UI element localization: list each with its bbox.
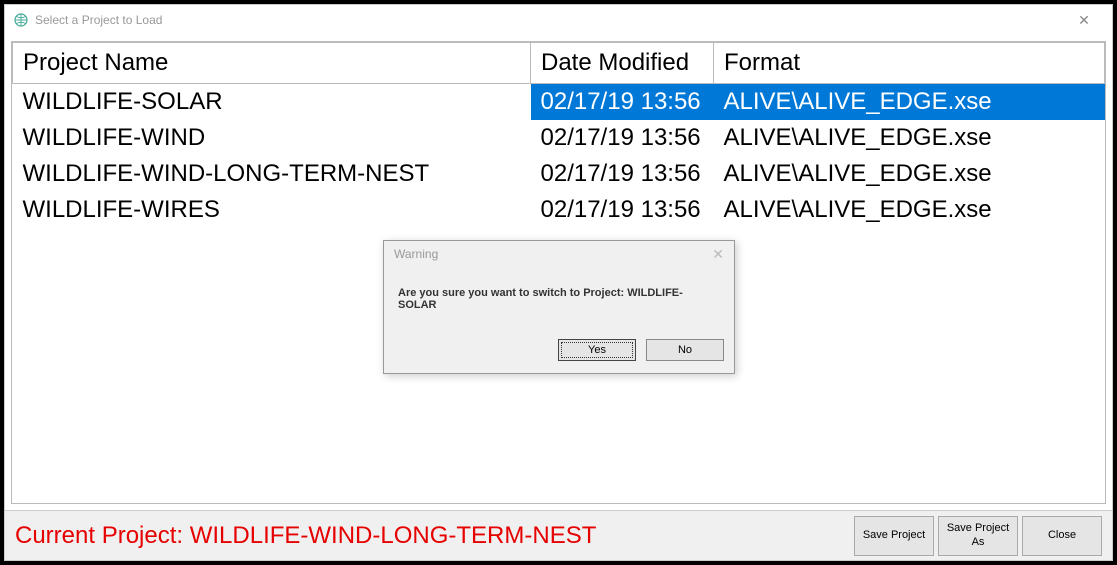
dialog-title: Warning: [394, 247, 712, 261]
table-row[interactable]: WILDLIFE-WIND02/17/19 13:56ALIVE\ALIVE_E…: [13, 120, 1105, 156]
table-row[interactable]: WILDLIFE-WIND-LONG-TERM-NEST02/17/19 13:…: [13, 156, 1105, 192]
table-row[interactable]: WILDLIFE-WIRES02/17/19 13:56ALIVE\ALIVE_…: [13, 192, 1105, 228]
format-cell: ALIVE\ALIVE_EDGE.xse: [714, 120, 1105, 156]
dialog-titlebar: Warning ✕: [384, 241, 734, 267]
bottom-bar: Current Project: WILDLIFE-WIND-LONG-TERM…: [5, 510, 1112, 560]
table-row[interactable]: WILDLIFE-SOLAR02/17/19 13:56ALIVE\ALIVE_…: [13, 84, 1105, 121]
column-header-format[interactable]: Format: [714, 43, 1105, 84]
project-name-cell: WILDLIFE-SOLAR: [13, 84, 531, 121]
yes-button[interactable]: Yes: [558, 339, 636, 361]
close-button[interactable]: Close: [1022, 516, 1102, 556]
date-modified-cell: 02/17/19 13:56: [531, 84, 714, 121]
close-icon[interactable]: ✕: [712, 246, 724, 263]
window-title: Select a Project to Load: [35, 13, 1064, 27]
date-modified-cell: 02/17/19 13:56: [531, 120, 714, 156]
column-header-date[interactable]: Date Modified: [531, 43, 714, 84]
close-icon[interactable]: ✕: [1064, 6, 1104, 34]
column-header-name[interactable]: Project Name: [13, 43, 531, 84]
date-modified-cell: 02/17/19 13:56: [531, 156, 714, 192]
format-cell: ALIVE\ALIVE_EDGE.xse: [714, 84, 1105, 121]
format-cell: ALIVE\ALIVE_EDGE.xse: [714, 156, 1105, 192]
warning-dialog: Warning ✕ Are you sure you want to switc…: [383, 240, 735, 374]
dialog-message: Are you sure you want to switch to Proje…: [384, 267, 734, 331]
project-name-cell: WILDLIFE-WIND-LONG-TERM-NEST: [13, 156, 531, 192]
current-project-label: Current Project: WILDLIFE-WIND-LONG-TERM…: [15, 522, 850, 550]
format-cell: ALIVE\ALIVE_EDGE.xse: [714, 192, 1105, 228]
project-name-cell: WILDLIFE-WIND: [13, 120, 531, 156]
date-modified-cell: 02/17/19 13:56: [531, 192, 714, 228]
titlebar: Select a Project to Load ✕: [5, 5, 1112, 35]
globe-icon: [13, 12, 29, 28]
no-button[interactable]: No: [646, 339, 724, 361]
project-load-window: Select a Project to Load ✕ Project Name …: [4, 4, 1113, 561]
project-table: Project Name Date Modified Format WILDLI…: [12, 42, 1105, 228]
save-project-as-button[interactable]: Save Project As: [938, 516, 1018, 556]
project-name-cell: WILDLIFE-WIRES: [13, 192, 531, 228]
save-project-button[interactable]: Save Project: [854, 516, 934, 556]
